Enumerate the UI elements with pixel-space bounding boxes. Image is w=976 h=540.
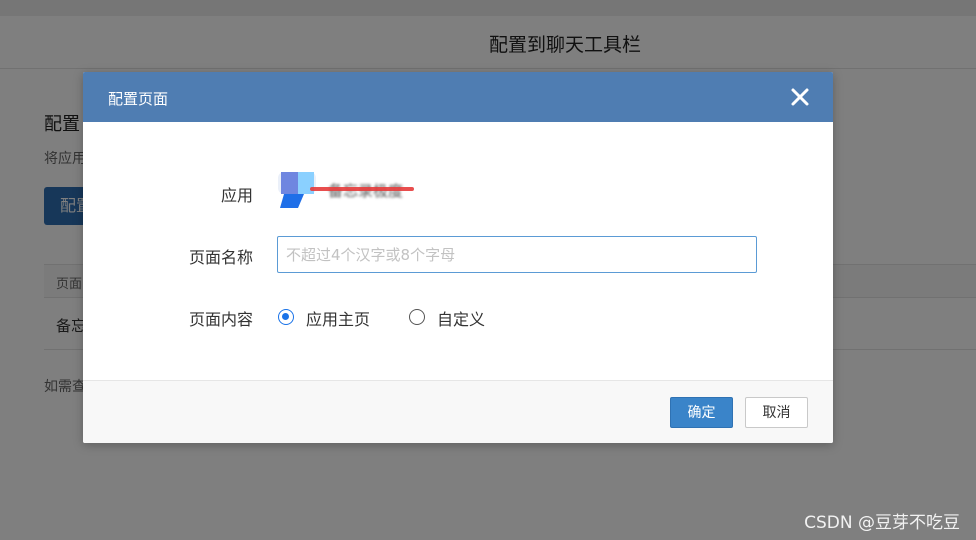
close-icon[interactable] [787, 84, 813, 110]
radio-selected-icon [278, 309, 294, 325]
radio-label: 应用主页 [306, 310, 371, 329]
configure-page-dialog: 配置页面 应用 备忘录极度 页面名称 页面内容 [83, 72, 833, 443]
redaction-mark [310, 187, 414, 191]
radio-label: 自定义 [437, 310, 486, 329]
app-value: 备忘录极度 [278, 170, 438, 210]
confirm-button[interactable]: 确定 [670, 397, 733, 428]
dialog-footer: 确定 取消 [83, 380, 833, 443]
page-content-label: 页面内容 [188, 310, 253, 329]
dialog-header: 配置页面 [83, 72, 833, 122]
app-label: 应用 [220, 186, 253, 205]
dialog-title: 配置页面 [108, 90, 169, 108]
radio-unselected-icon [409, 309, 425, 325]
cancel-button[interactable]: 取消 [745, 397, 808, 428]
page-name-label: 页面名称 [188, 248, 253, 267]
page-name-input[interactable] [277, 236, 757, 273]
dialog-body: 应用 备忘录极度 页面名称 页面内容 应用主页 自定义 [83, 122, 833, 380]
watermark: CSDN @豆芽不吃豆 [804, 513, 960, 533]
